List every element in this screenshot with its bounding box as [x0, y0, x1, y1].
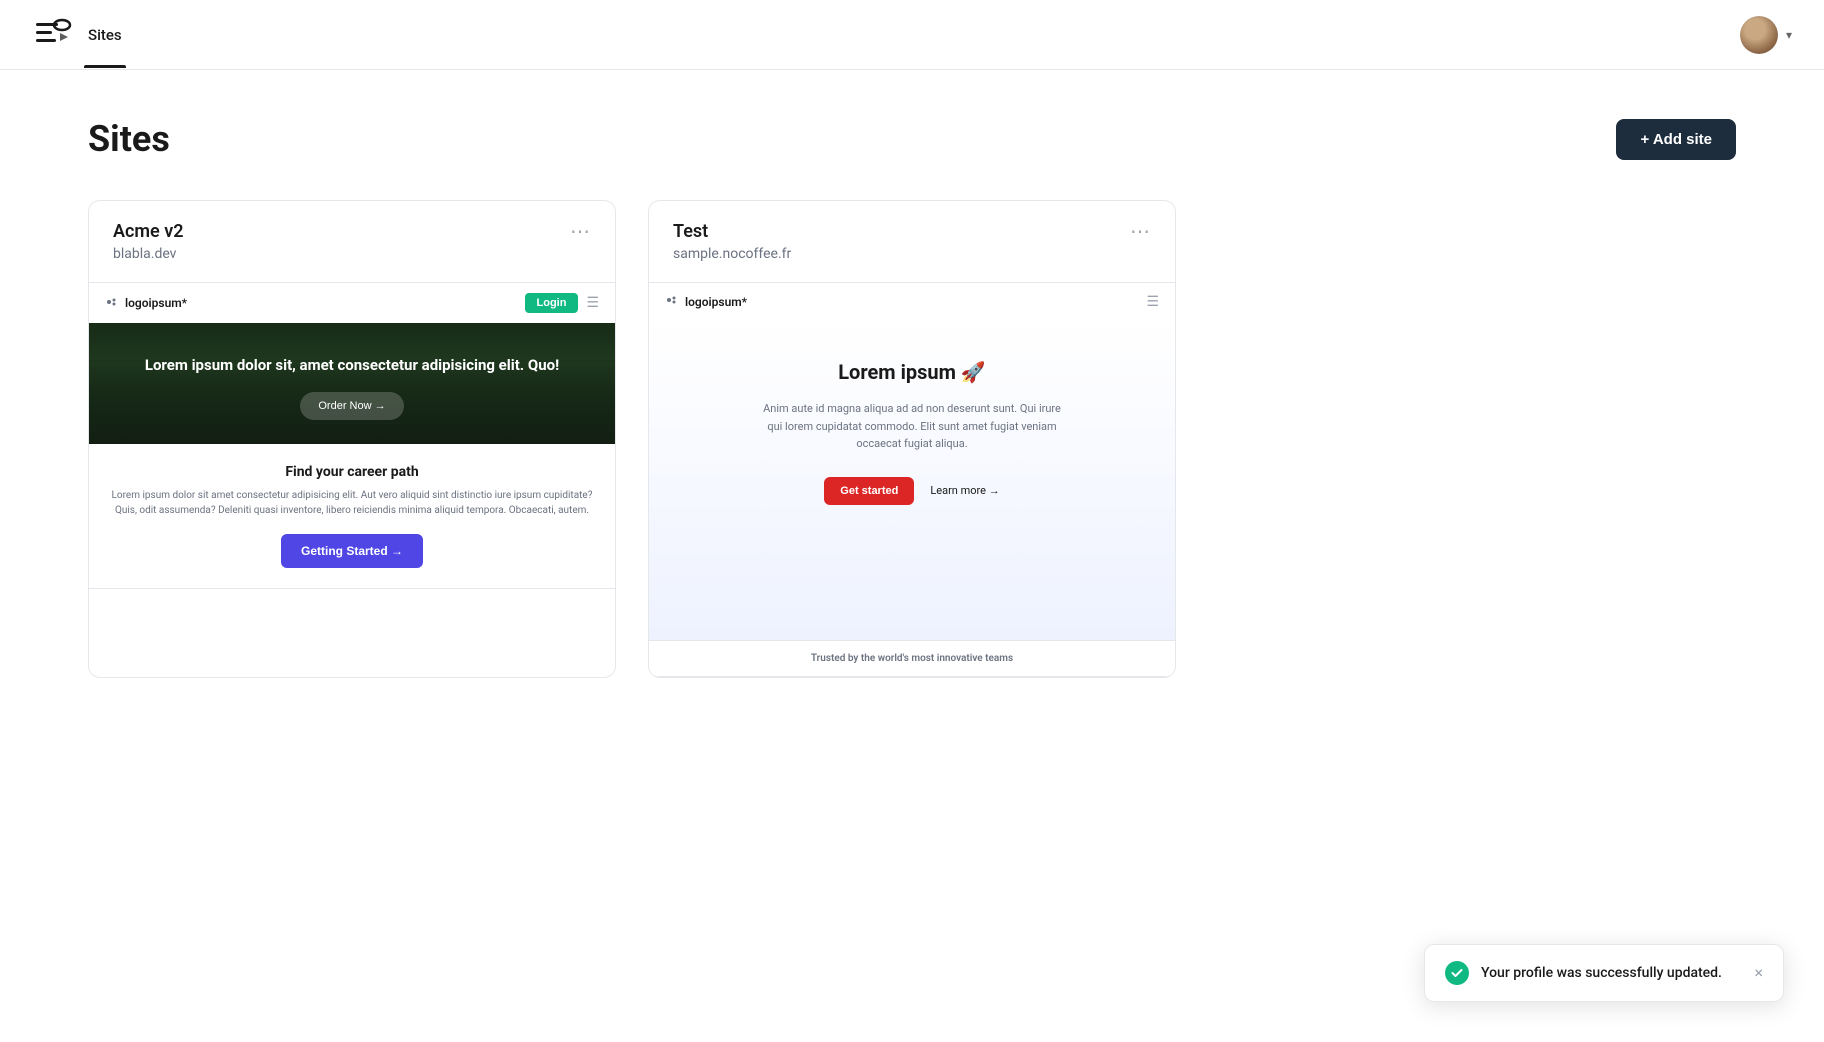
nav-sites[interactable]: Sites: [84, 26, 126, 44]
toast-success-icon: [1445, 961, 1469, 985]
preview-test-actions: Get started Learn more →: [673, 477, 1151, 505]
toast-close-button[interactable]: ×: [1754, 965, 1763, 981]
site-card-acme: Acme v2 blabla.dev ⋯ logoipsum* Login: [88, 200, 616, 678]
preview-test-text: Anim aute id magna aliqua ad ad non dese…: [762, 400, 1062, 453]
getting-started-button[interactable]: Getting Started →: [281, 534, 423, 568]
header: Sites ▾: [0, 0, 1824, 70]
user-avatar[interactable]: [1740, 16, 1778, 54]
card-title-acme: Acme v2: [113, 221, 184, 242]
card-menu-test[interactable]: ⋯: [1130, 221, 1151, 241]
preview-hamburger-test: ☰: [1146, 294, 1159, 310]
add-site-button[interactable]: + Add site: [1616, 119, 1736, 160]
trusted-text: Trusted by the world's most innovative t…: [649, 640, 1175, 676]
hero-cta-acme[interactable]: Order Now →: [300, 392, 403, 420]
preview-logo-test: logoipsum*: [665, 293, 747, 310]
preview-body-acme: Find your career path Lorem ipsum dolor …: [89, 444, 615, 588]
site-card-test: Test sample.nocoffee.fr ⋯ logoipsum* ☰: [648, 200, 1176, 678]
page-header: Sites + Add site: [88, 118, 1736, 160]
header-right: ▾: [1740, 16, 1792, 54]
preview-logo-icon-test: [665, 293, 679, 310]
card-preview-acme: logoipsum* Login ☰ Lorem ipsum dolor sit…: [89, 282, 615, 589]
preview-logo-acme: logoipsum*: [105, 295, 187, 312]
preview-logo-text-test: logoipsum*: [685, 295, 747, 309]
preview-hero-test: Lorem ipsum 🚀 Anim aute id magna aliqua …: [649, 320, 1175, 640]
card-domain-test: sample.nocoffee.fr: [673, 246, 791, 262]
preview-logo-text-acme: logoipsum*: [125, 296, 187, 310]
card-title-test: Test: [673, 221, 791, 242]
toast-message: Your profile was successfully updated.: [1481, 965, 1742, 981]
preview-test-title: Lorem ipsum 🚀: [673, 360, 1151, 384]
main-nav: Sites: [84, 25, 126, 44]
app-logo-icon: [32, 15, 72, 55]
preview-body-text-acme: Lorem ipsum dolor sit amet consectetur a…: [105, 488, 599, 518]
learn-more-link[interactable]: Learn more →: [930, 484, 999, 497]
card-menu-acme[interactable]: ⋯: [570, 221, 591, 241]
card-header-acme: Acme v2 blabla.dev ⋯: [89, 201, 615, 282]
card-header-test: Test sample.nocoffee.fr ⋯: [649, 201, 1175, 282]
preview-body-title-acme: Find your career path: [105, 464, 599, 480]
card-info-test: Test sample.nocoffee.fr: [673, 221, 791, 262]
user-menu-chevron[interactable]: ▾: [1786, 28, 1792, 42]
preview-hero-acme: Lorem ipsum dolor sit, amet consectetur …: [89, 323, 615, 444]
get-started-button[interactable]: Get started: [824, 477, 914, 505]
card-preview-test: logoipsum* ☰ Lorem ipsum 🚀 Anim aute id …: [649, 282, 1175, 677]
main-content: Sites + Add site Acme v2 blabla.dev ⋯: [0, 70, 1824, 726]
hero-title-acme: Lorem ipsum dolor sit, amet consectetur …: [109, 355, 595, 376]
logo-area: Sites: [32, 15, 126, 55]
preview-login-btn-acme[interactable]: Login: [525, 293, 579, 313]
sites-grid: Acme v2 blabla.dev ⋯ logoipsum* Login: [88, 200, 1736, 678]
preview-logo-icon-acme: [105, 295, 119, 312]
preview-nav-acme: logoipsum* Login ☰: [89, 283, 615, 323]
card-domain-acme: blabla.dev: [113, 246, 184, 262]
preview-nav-test: logoipsum* ☰: [649, 283, 1175, 320]
page-title: Sites: [88, 118, 170, 160]
success-toast: Your profile was successfully updated. ×: [1424, 944, 1784, 1002]
preview-hamburger-acme: ☰: [586, 295, 599, 311]
card-info-acme: Acme v2 blabla.dev: [113, 221, 184, 262]
